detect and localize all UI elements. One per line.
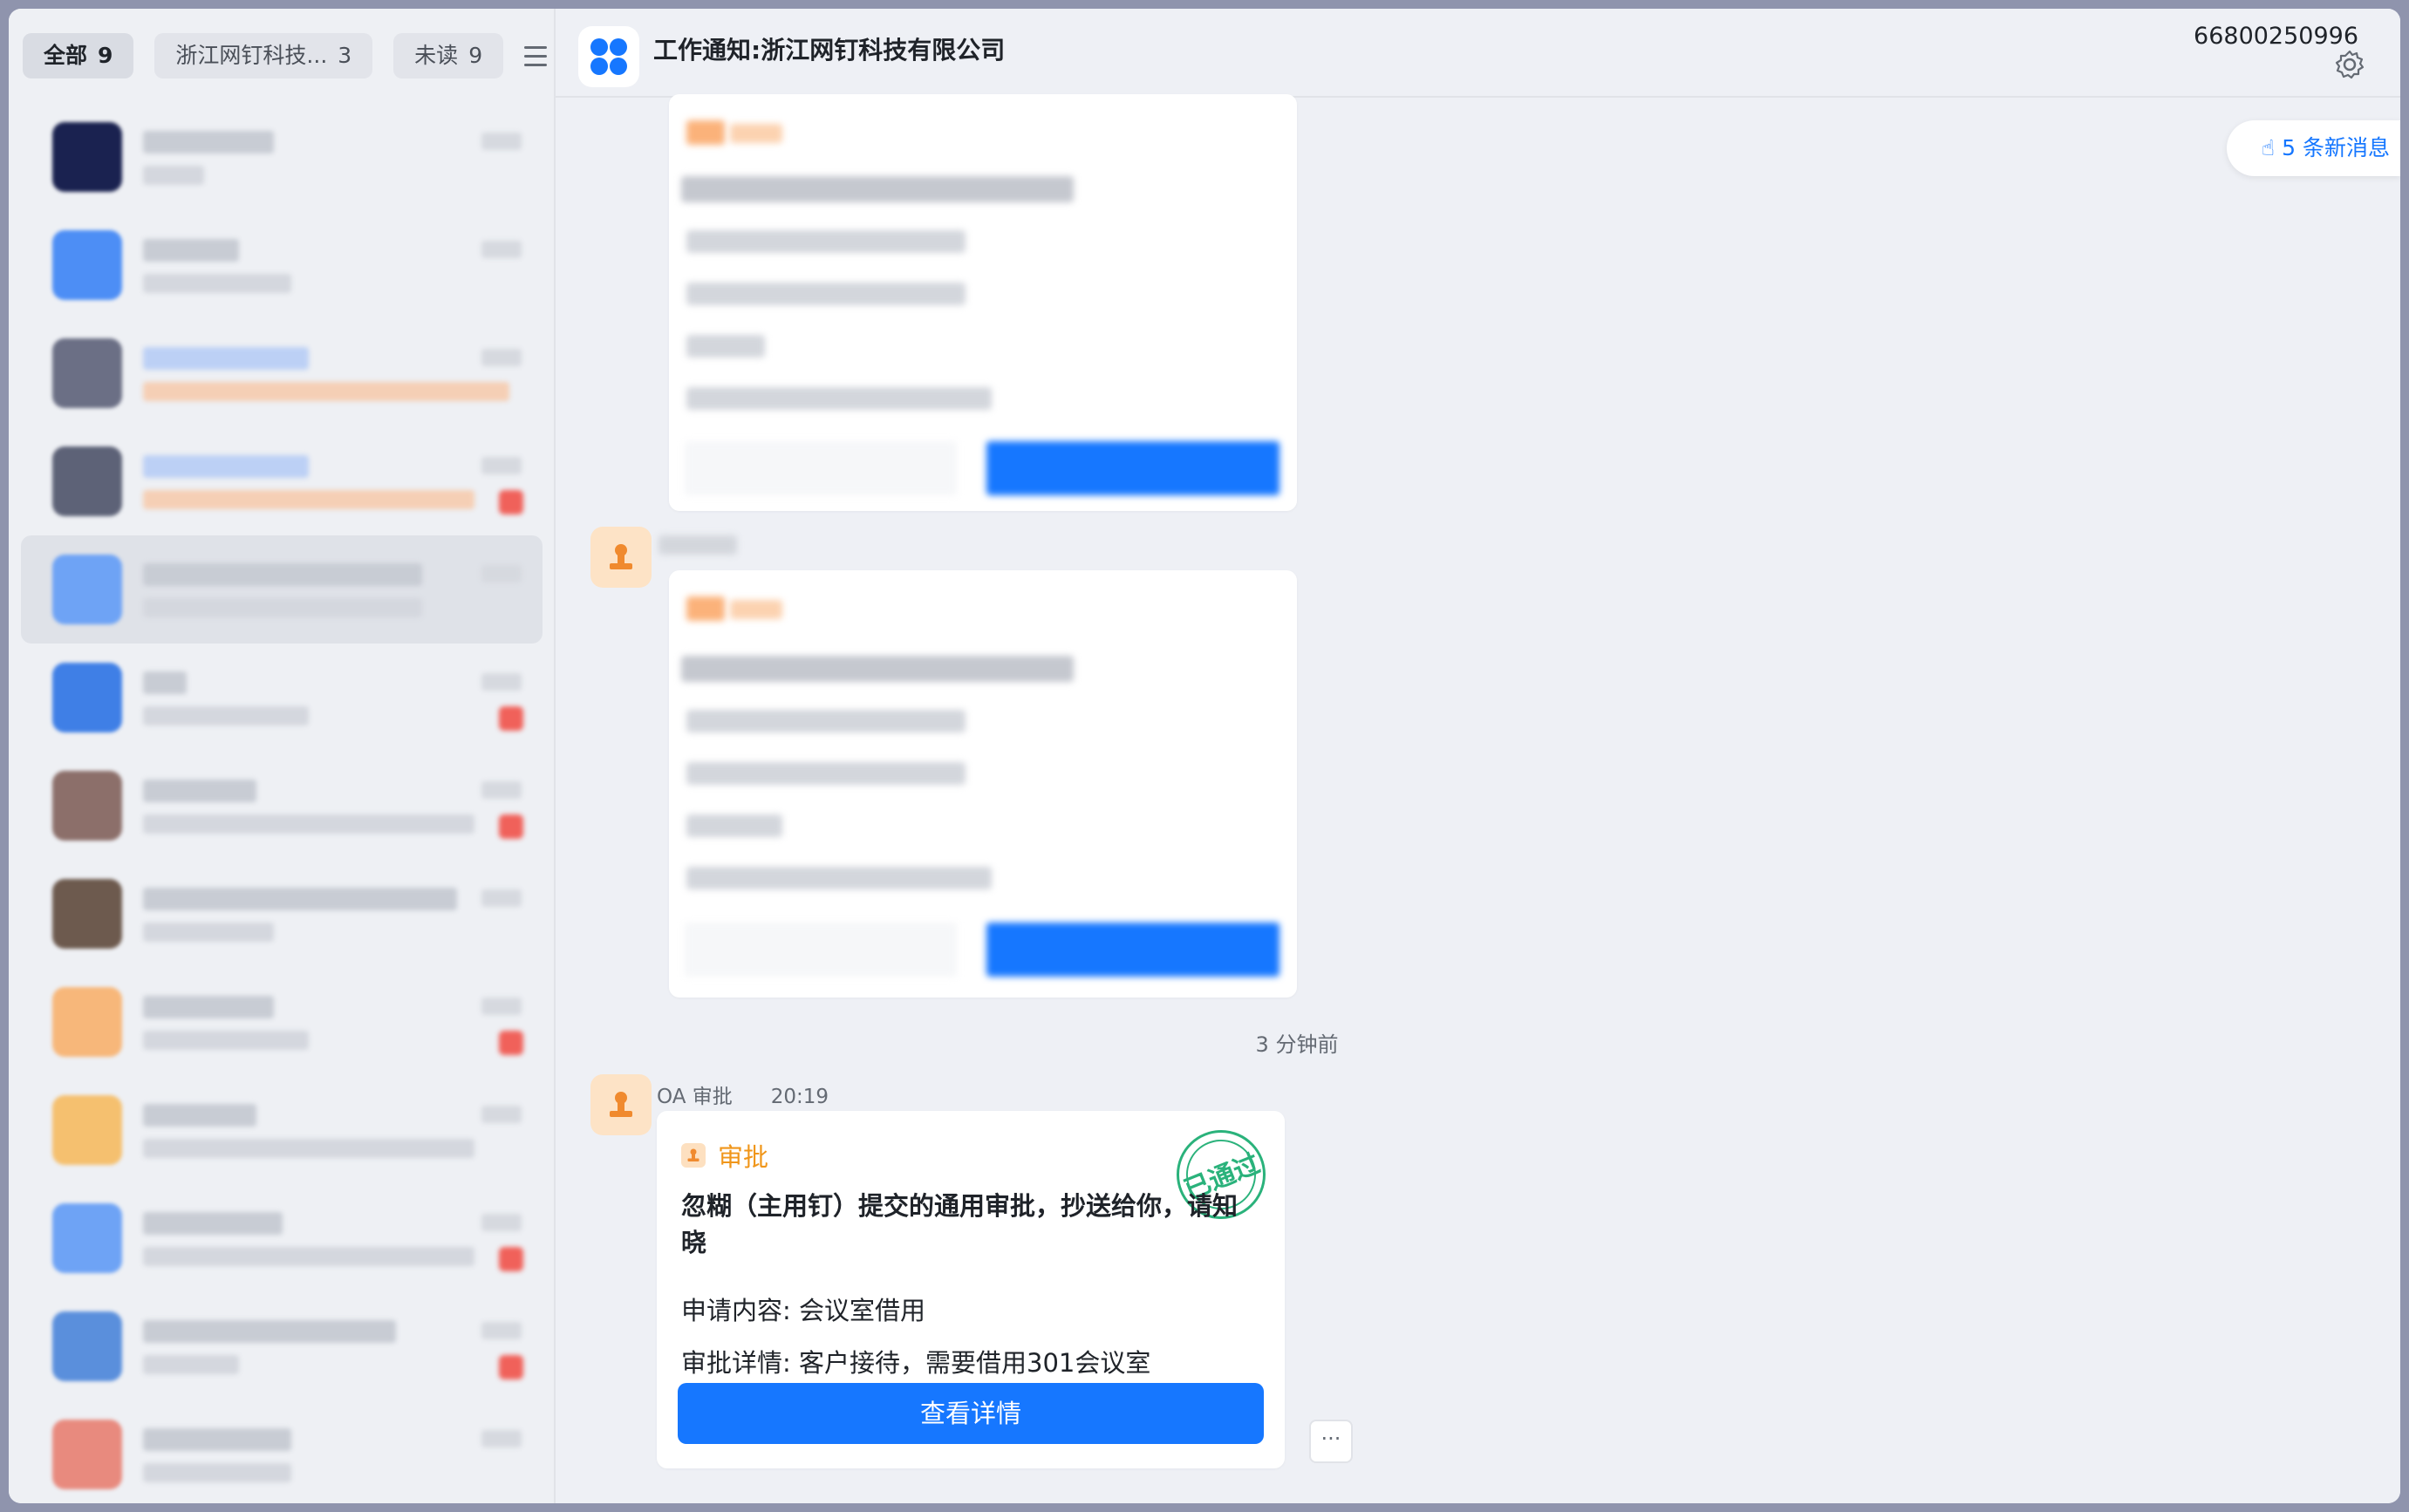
list-item[interactable] (21, 1184, 543, 1292)
avatar (52, 555, 122, 624)
avatar (52, 1203, 122, 1273)
message-time: 20:19 (770, 1086, 829, 1108)
list-item[interactable] (21, 1292, 543, 1400)
avatar (52, 879, 122, 949)
more-actions-button[interactable]: ··· (1309, 1420, 1353, 1463)
tab-company[interactable]: 浙江网钉科技... 3 (154, 33, 373, 78)
approval-card-title: 审批 (681, 1137, 768, 1174)
field-value: 客户接待，需要借用301会议室 (799, 1348, 1151, 1378)
avatar (52, 987, 122, 1057)
tab-all[interactable]: 全部 9 (23, 33, 134, 78)
approval-field-content: 申请内容: 会议室借用 (681, 1291, 925, 1327)
field-label: 申请内容: (681, 1296, 791, 1325)
list-item[interactable] (21, 1400, 543, 1503)
avatar (52, 1311, 122, 1381)
oa-approval-avatar[interactable] (590, 1074, 652, 1135)
tab-company-count: 3 (338, 43, 352, 68)
app-window: 全部 9 浙江网钉科技... 3 未读 9 工作通知:浙江网钉科技有限公司 66… (9, 9, 2400, 1503)
new-messages-label: 5 条新消息 (2282, 135, 2390, 160)
field-value: 会议室借用 (799, 1296, 926, 1325)
work-notice-app-icon (578, 26, 639, 87)
conversation-list (21, 103, 543, 1503)
avatar (52, 1420, 122, 1489)
avatar (52, 771, 122, 841)
time-divider: 3 分钟前 (1255, 1032, 1339, 1057)
list-item[interactable] (21, 860, 543, 968)
tab-unread-label: 未读 (414, 43, 459, 68)
approval-field-detail: 审批详情: 客户接待，需要借用301会议室 (681, 1343, 1150, 1379)
avatar (52, 122, 122, 192)
stamp-person-icon (610, 1092, 632, 1117)
filter-tabs: 全部 9 浙江网钉科技... 3 未读 9 (23, 33, 559, 78)
oa-approval-avatar (590, 527, 652, 588)
menu-icon[interactable] (524, 38, 559, 73)
sender-name: OA 审批 (657, 1086, 733, 1108)
chat-panel: 工作通知:浙江网钉科技有限公司 66800250996 ☝ 5 条新消息 3 分… (556, 9, 2400, 1503)
approval-headline: 忽糊（主用钉）提交的通用审批，抄送给你，请知晓 (681, 1191, 1239, 1257)
approval-title-text: 审批 (718, 1142, 769, 1172)
tab-company-label: 浙江网钉科技... (175, 43, 328, 68)
approval-card[interactable]: 审批 已通过 忽糊（主用钉）提交的通用审批，抄送给你，请知晓 申请内容: 会议室… (657, 1111, 1285, 1468)
chat-title: 工作通知:浙江网钉科技有限公司 (653, 36, 1006, 65)
conversation-sidebar: 全部 9 浙江网钉科技... 3 未读 9 (9, 9, 556, 1503)
list-item[interactable] (21, 103, 543, 211)
list-item[interactable] (21, 319, 543, 427)
chat-header: 工作通知:浙江网钉科技有限公司 66800250996 (556, 9, 2400, 98)
message-card (669, 570, 1297, 998)
list-item[interactable] (21, 1076, 543, 1184)
tab-unread[interactable]: 未读 9 (393, 33, 504, 78)
avatar (52, 338, 122, 408)
field-label: 审批详情: (681, 1348, 791, 1378)
approval-icon (681, 1143, 706, 1168)
list-item-selected[interactable] (21, 535, 543, 644)
tab-all-label: 全部 (44, 43, 88, 68)
avatar (52, 663, 122, 732)
list-item[interactable] (21, 427, 543, 535)
list-item[interactable] (21, 211, 543, 319)
avatar (52, 230, 122, 300)
list-item[interactable] (21, 752, 543, 860)
list-item[interactable] (21, 644, 543, 752)
tab-all-count: 9 (98, 43, 113, 68)
avatar (52, 446, 122, 516)
account-id: 66800250996 (2194, 23, 2358, 50)
message-card (669, 94, 1297, 511)
message-sender: OA 审批 20:19 (657, 1080, 829, 1109)
tab-unread-count: 9 (468, 43, 483, 68)
view-details-button[interactable]: 查看详情 (678, 1383, 1264, 1444)
hand-pointer-icon: ☝ (2261, 135, 2276, 160)
list-item[interactable] (21, 968, 543, 1076)
avatar (52, 1095, 122, 1165)
gear-icon[interactable] (2334, 49, 2365, 80)
new-messages-button[interactable]: ☝ 5 条新消息 (2226, 120, 2400, 176)
